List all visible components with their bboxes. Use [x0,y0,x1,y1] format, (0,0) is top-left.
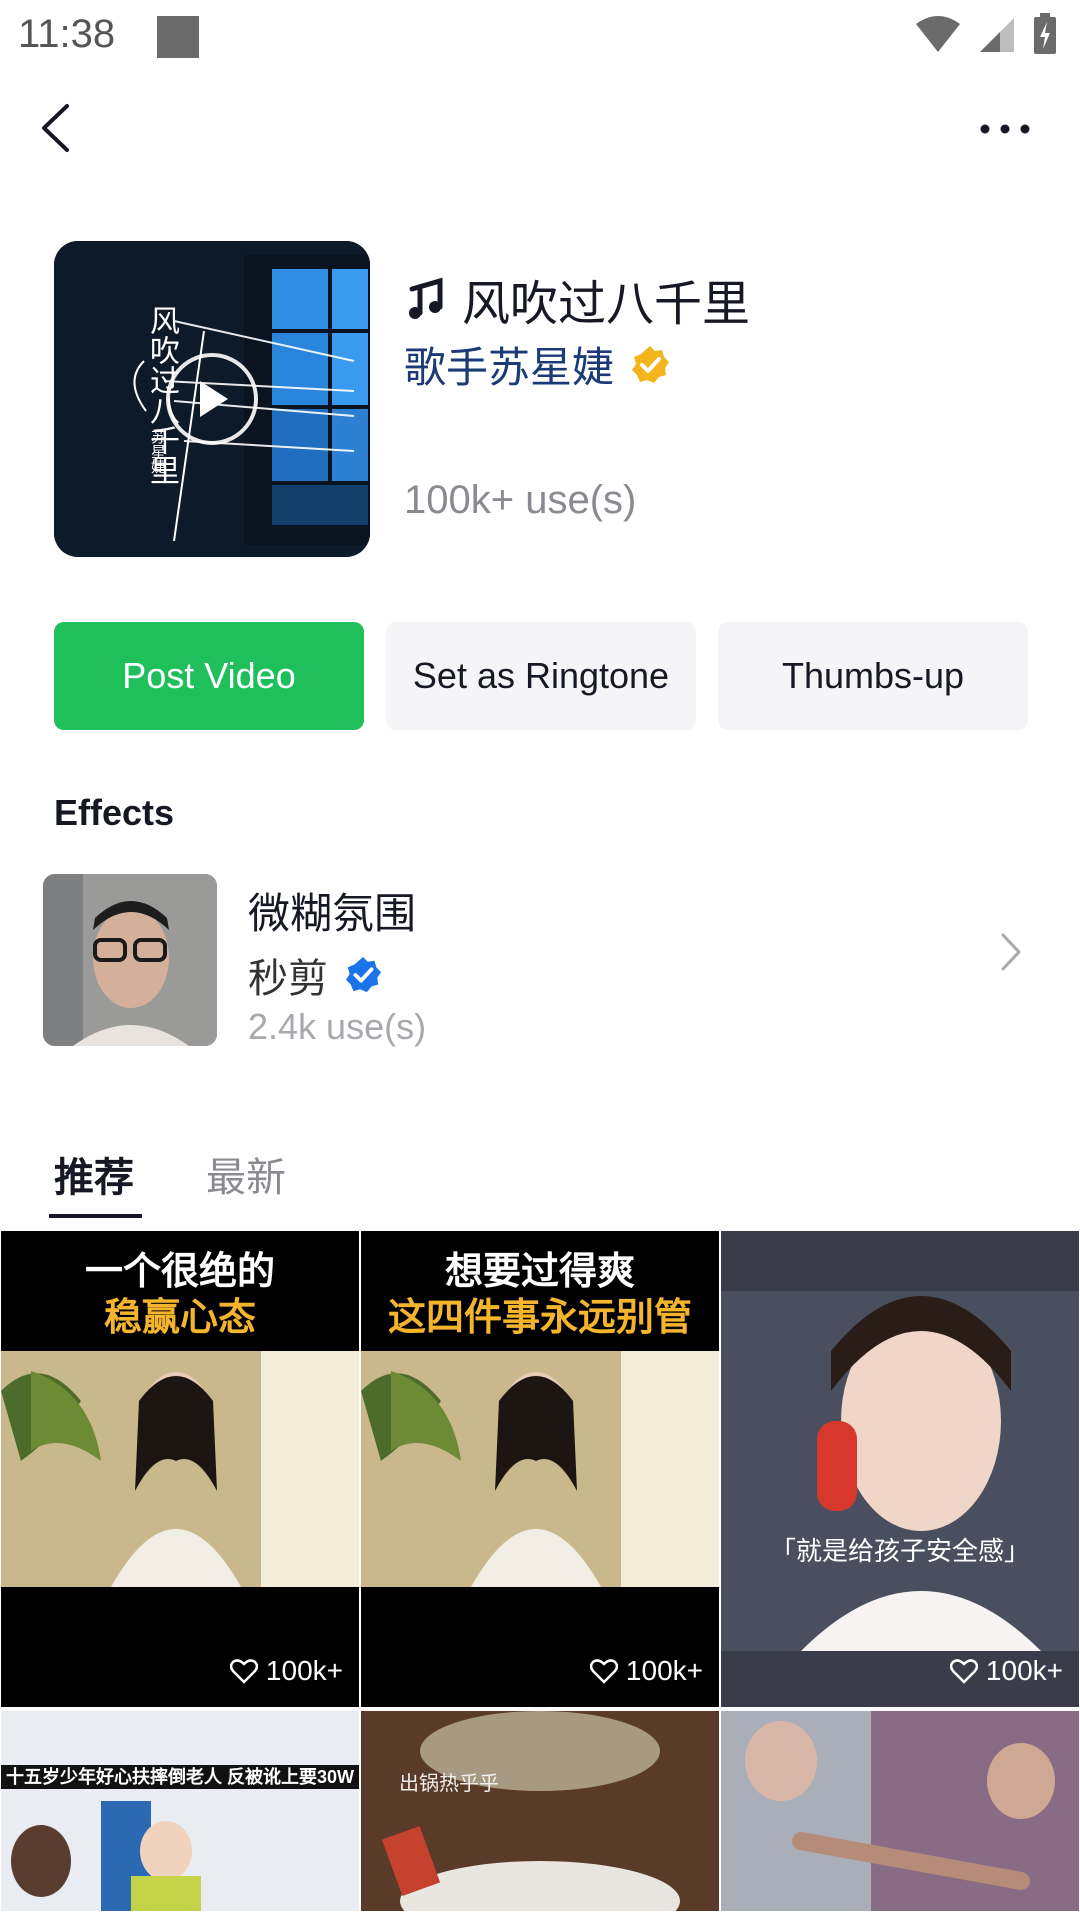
caption-line-1: 一个很绝的 [84,1251,275,1293]
video-card[interactable]: 想要过得爽 这四件事永远别管 100k+ [361,1231,719,1707]
tab-recommended[interactable]: 推荐 [54,1145,134,1203]
video-thumbnail [1,1711,359,1911]
effect-creator-row: 秒剪 [248,946,382,1004]
song-title-row: 风吹过八千里 [404,264,750,334]
effect-use-count: 2.4k use(s) [248,1006,427,1047]
video-card[interactable]: 「就是给孩子安全感」 100k+ [721,1231,1079,1707]
effect-name: 微糊氛围 [248,890,417,937]
effect-creator: 秒剪 [248,957,328,1001]
video-thumbnail [361,1711,719,1911]
caption-line-1: 想要过得爽 [444,1251,635,1293]
video-caption: 一个很绝的 稳赢心态 [1,1231,359,1351]
artist-name[interactable]: 歌手苏星婕 [404,334,614,395]
chevron-right-icon [1001,933,1021,971]
effects-heading: Effects [54,792,175,833]
verified-gold-icon [632,345,670,383]
back-button[interactable] [30,96,80,160]
artist-row[interactable]: 歌手苏星婕 [404,334,670,395]
effect-thumbnail [43,874,217,1046]
music-cover[interactable]: 风吹过八千里 苏星婕 [54,241,370,557]
music-use-count: 100k+ use(s) [404,478,637,522]
like-count-row: 100k+ [229,1655,343,1687]
effect-preview-image [43,874,217,1046]
video-card[interactable]: 十五岁少年好心扶摔倒老人 反被讹上要30W [1,1711,359,1911]
more-options-button[interactable] [970,104,1040,154]
post-video-button[interactable]: Post Video [54,622,364,730]
song-title: 风吹过八千里 [462,278,751,331]
video-thumbnail [721,1231,1079,1707]
video-card[interactable]: 出锅热乎乎 [361,1711,719,1911]
video-card[interactable]: 一个很绝的 稳赢心态 100k+ [1,1231,359,1707]
like-count-row: 100k+ [589,1655,703,1687]
like-count: 100k+ [625,1655,703,1686]
status-bar: 11:38 [0,0,1080,80]
music-note-icon [409,277,443,319]
set-ringtone-button[interactable]: Set as Ringtone [386,622,696,730]
active-tab-indicator [49,1214,142,1218]
heart-icon [229,1659,258,1684]
video-thumbnail [721,1711,1079,1911]
caption-line-2: 这四件事永远别管 [387,1297,692,1339]
video-caption: 十五岁少年好心扶摔倒老人 反被讹上要30W [1,1765,359,1789]
video-subtitle: 「就是给孩子安全感」 [769,1536,1030,1566]
play-button[interactable] [166,353,258,445]
play-icon [200,381,228,417]
like-count: 100k+ [265,1655,343,1686]
like-count-row: 100k+ [949,1655,1063,1687]
video-card[interactable] [721,1711,1079,1911]
signal-icon [978,14,1016,59]
notification-icon [157,16,199,58]
tab-latest[interactable]: 最新 [206,1145,286,1203]
video-overlay-text: 出锅热乎乎 [399,1771,499,1795]
more-dots-icon [980,124,1030,134]
back-arrow-icon [42,104,69,152]
battery-icon [1032,12,1058,60]
like-count: 100k+ [985,1655,1063,1686]
heart-icon [949,1659,978,1684]
status-time: 11:38 [18,12,116,56]
verified-blue-icon [345,956,382,993]
wifi-icon [914,14,962,59]
heart-icon [589,1659,618,1684]
video-caption: 想要过得爽 这四件事永远别管 [361,1231,719,1351]
caption-line-2: 稳赢心态 [103,1297,256,1339]
cover-vertical-artist: 苏星婕 [149,429,166,474]
effect-item[interactable]: 微糊氛围 秒剪 2.4k use(s) [0,870,1080,1050]
status-icons [914,12,1058,60]
thumbs-up-button[interactable]: Thumbs-up [718,622,1028,730]
